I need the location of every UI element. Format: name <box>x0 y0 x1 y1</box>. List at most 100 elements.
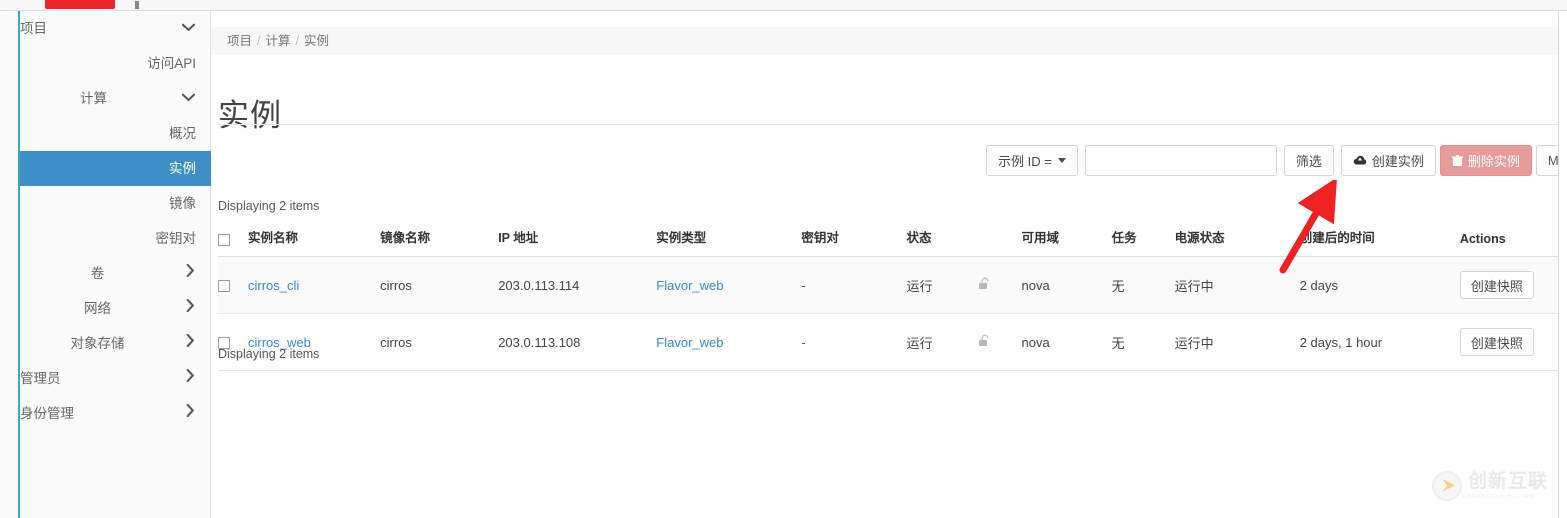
cell-instance-name[interactable]: cirros_cli <box>248 256 381 314</box>
th-actions: Actions <box>1459 221 1558 257</box>
sidebar-item-0[interactable]: 项目 <box>20 11 211 46</box>
cell-ip-address: 203.0.113.108 <box>498 313 657 371</box>
page-right-edge <box>1558 0 1559 518</box>
create-snapshot-button[interactable]: 创建快照 <box>1459 271 1534 299</box>
cell-availability-zone: nova <box>1021 313 1112 371</box>
delete-instance-label: 删除实例 <box>1467 154 1520 169</box>
sidebar-item-label: 访问API <box>147 56 196 71</box>
breadcrumb-item-0[interactable]: 项目 <box>227 34 252 48</box>
chevron-down-icon <box>181 11 196 46</box>
sidebar-item-5[interactable]: 镜像 <box>20 186 211 221</box>
items-count-bottom: Displaying 2 items <box>218 347 320 361</box>
cell-task: 无 <box>1111 313 1175 371</box>
cloud-upload-icon <box>1353 155 1367 166</box>
cell-select[interactable] <box>218 313 249 371</box>
filter-button[interactable]: 筛选 <box>1283 145 1334 176</box>
sidebar-item-9[interactable]: 对象存储 <box>20 326 211 361</box>
breadcrumb-item-1[interactable]: 计算 <box>266 34 291 48</box>
th-uptime: 创建后的时间 <box>1299 221 1460 257</box>
cell-uptime: 2 days <box>1299 256 1460 314</box>
chevron-right-icon <box>186 326 195 361</box>
sidebar-item-6[interactable]: 密钥对 <box>20 221 211 256</box>
th-instance-name: 实例名称 <box>248 221 381 257</box>
main-content: 项目 / 计算 / 实例 实例 示例 ID = 筛选 创建实例 删除实例 M D… <box>211 11 1558 518</box>
cell-actions[interactable]: 创建快照 <box>1459 313 1558 371</box>
cell-image-name: cirros <box>380 313 499 371</box>
delete-instance-button[interactable]: 删除实例 <box>1439 145 1532 176</box>
breadcrumb-separator: / <box>295 34 299 48</box>
trash-icon <box>1451 154 1463 167</box>
chevron-right-icon <box>186 361 195 396</box>
th-task: 任务 <box>1111 221 1175 257</box>
sidebar: 项目访问API 计算概况实例镜像密钥对卷网络对象存储管理员身份管理 <box>0 11 211 518</box>
more-actions-button[interactable]: More Actio <box>1535 145 1558 176</box>
cell-power-state: 运行中 <box>1174 256 1300 314</box>
cell-uptime: 2 days, 1 hour <box>1299 313 1460 371</box>
sidebar-item-label: 密钥对 <box>155 231 197 246</box>
unlock-icon <box>976 256 1022 314</box>
th-status: 状态 <box>906 221 977 257</box>
sidebar-item-10[interactable]: 管理员 <box>20 361 211 396</box>
brand-separator-icon <box>135 1 139 9</box>
chevron-right-icon <box>186 396 195 431</box>
sidebar-item-label: 管理员 <box>20 371 61 386</box>
sidebar-item-label: 实例 <box>169 161 196 176</box>
cell-instance-name[interactable]: cirros_web <box>248 313 381 371</box>
sidebar-item-label: 对象存储 <box>70 336 125 351</box>
chevron-down-icon <box>181 81 196 116</box>
cell-flavor[interactable]: Flavor_web <box>656 256 802 314</box>
cell-status: 运行 <box>906 313 977 371</box>
sidebar-item-label: 项目 <box>20 21 47 36</box>
sidebar-item-2[interactable]: 计算 <box>20 81 211 116</box>
cell-select[interactable] <box>218 256 249 314</box>
breadcrumb-separator: / <box>257 34 261 48</box>
th-keypair: 密钥对 <box>801 221 907 257</box>
create-instance-label: 创建实例 <box>1371 154 1424 169</box>
cell-availability-zone: nova <box>1021 256 1112 314</box>
th-power-state: 电源状态 <box>1174 221 1300 257</box>
select-all-checkbox[interactable] <box>218 233 230 246</box>
cell-image-name: cirros <box>380 256 499 314</box>
th-availability-zone: 可用域 <box>1021 221 1112 257</box>
table-header-row: 实例名称 镜像名称 IP 地址 实例类型 密钥对 状态 可用域 任务 电源状态 … <box>218 221 1558 257</box>
th-lock <box>976 221 1022 257</box>
table-row: cirros_web cirros 203.0.113.108 Flavor_web -… <box>218 313 1558 371</box>
sidebar-item-1[interactable]: 访问API <box>20 46 211 81</box>
sidebar-item-label: 身份管理 <box>20 406 74 421</box>
page-title: 实例 <box>218 97 282 133</box>
sidebar-item-3[interactable]: 概况 <box>20 116 211 151</box>
th-image-name: 镜像名称 <box>380 221 499 257</box>
sidebar-item-label: 概况 <box>169 126 196 141</box>
sidebar-item-11[interactable]: 身份管理 <box>20 396 211 431</box>
chevron-right-icon <box>186 256 195 291</box>
breadcrumb-item-2[interactable]: 实例 <box>304 34 329 48</box>
cell-flavor[interactable]: Flavor_web <box>656 313 802 371</box>
sidebar-item-label: 网络 <box>84 301 111 316</box>
cell-ip-address: 203.0.113.114 <box>498 256 657 314</box>
chevron-right-icon <box>186 291 195 326</box>
create-snapshot-button[interactable]: 创建快照 <box>1459 328 1534 356</box>
cell-power-state: 运行中 <box>1174 313 1300 371</box>
horizon-dashboard: 项目 访问API 计算 概况 实例 镜像 密钥对卷网络 对象存储 管理员 身份管理 项目 / 计算 / 实… <box>0 0 1567 518</box>
row-checkbox[interactable] <box>218 280 230 293</box>
sidebar-item-label: 镜像 <box>169 196 196 211</box>
brand-logo <box>45 0 115 9</box>
sidebar-item-7[interactable]: 卷 <box>20 256 211 291</box>
cell-actions[interactable]: 创建快照 <box>1459 256 1558 314</box>
items-count-top: Displaying 2 items <box>218 199 320 213</box>
sidebar-item-4[interactable]: 实例 <box>20 151 211 186</box>
instances-table: 实例名称 镜像名称 IP 地址 实例类型 密钥对 状态 可用域 任务 电源状态 … <box>218 221 1558 371</box>
breadcrumb: 项目 / 计算 / 实例 <box>211 27 1558 55</box>
search-input[interactable] <box>1084 145 1277 176</box>
title-divider <box>218 124 1558 125</box>
cell-keypair: - <box>801 256 907 314</box>
sidebar-item-label: 卷 <box>90 266 105 281</box>
table-row: cirros_cli cirros 203.0.113.114 Flavor_web -… <box>218 256 1558 314</box>
th-select-all[interactable] <box>218 221 249 257</box>
sidebar-item-label: 计算 <box>80 91 107 106</box>
sidebar-item-8[interactable]: 网络 <box>20 291 211 326</box>
filter-field-label: 示例 ID = <box>998 154 1052 169</box>
table-toolbar: 示例 ID = 筛选 创建实例 删除实例 M <box>986 145 1558 176</box>
create-instance-button[interactable]: 创建实例 <box>1340 145 1436 176</box>
filter-field-select[interactable]: 示例 ID = <box>986 145 1078 176</box>
